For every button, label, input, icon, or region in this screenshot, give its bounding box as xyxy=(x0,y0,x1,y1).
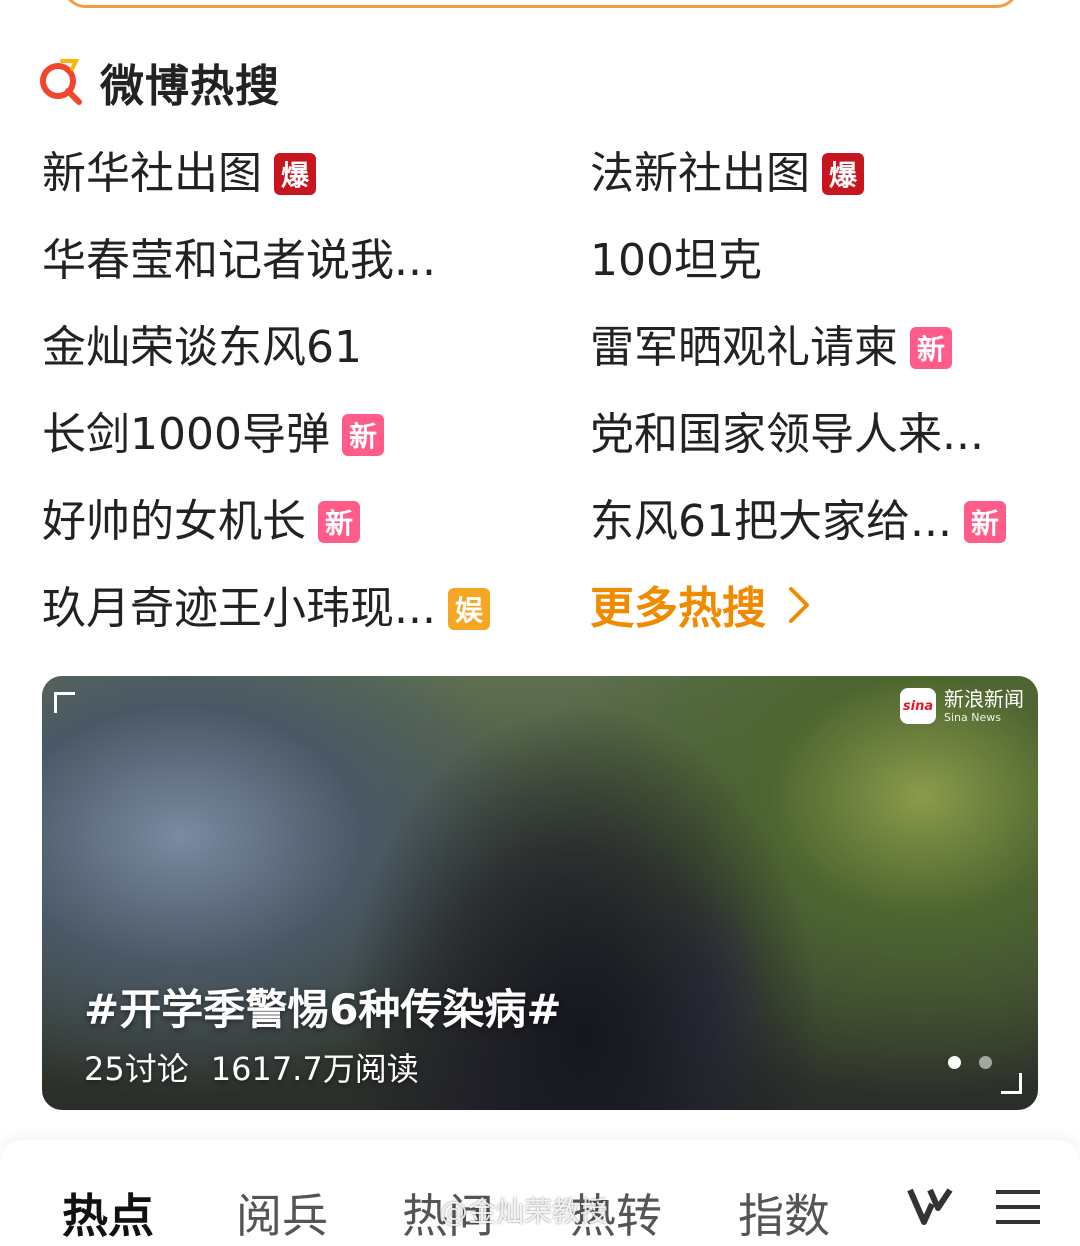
discussion-count: 25讨论 xyxy=(84,1050,189,1088)
hot-search-item[interactable]: 法新社出图爆 xyxy=(590,144,864,204)
hot-search-text: 玖月奇迹王小玮现... xyxy=(42,583,436,634)
hot-badge: 新 xyxy=(963,501,1006,543)
tab-4[interactable]: 指数 xyxy=(738,1180,830,1246)
hot-search-text: 长剑1000导弹 xyxy=(42,409,330,460)
sina-source-cn: 新浪新闻 xyxy=(944,687,1024,711)
tab-0[interactable]: 热点 xyxy=(62,1180,154,1246)
search-bar-edge[interactable] xyxy=(62,0,1020,8)
menu-icon[interactable] xyxy=(996,1188,1040,1230)
hot-search-text: 东风61把大家给... xyxy=(590,496,952,547)
hot-search-item[interactable]: 东风61把大家给... 新 xyxy=(590,492,1006,552)
hot-search-item[interactable]: 金灿荣谈东风61 xyxy=(42,318,362,378)
frame-corner-icon xyxy=(54,692,75,713)
carousel-dots[interactable] xyxy=(948,1056,1010,1069)
hot-search-text: 100坦克 xyxy=(590,235,762,286)
hot-search-text: 华春莹和记者说我... xyxy=(42,235,436,286)
hot-search-item[interactable]: 新华社出图爆 xyxy=(42,144,316,204)
banner-title[interactable]: #开学季警惕6种传染病# xyxy=(84,976,562,1037)
tab-1[interactable]: 阅兵 xyxy=(236,1180,328,1246)
hot-badge: 新 xyxy=(341,414,384,456)
sina-source-en: Sina News xyxy=(944,711,1001,724)
hot-search-item[interactable]: 玖月奇迹王小玮现... 娱 xyxy=(42,579,490,639)
frame-corner-icon xyxy=(1001,1073,1022,1094)
hot-search-item[interactable]: 雷军晒观礼请柬新 xyxy=(590,318,952,378)
hot-search-item[interactable]: 长剑1000导弹新 xyxy=(42,405,384,465)
featured-topic-banner[interactable]: sina 新浪新闻 Sina News #开学季警惕6种传染病# 25讨论 161… xyxy=(42,676,1038,1110)
hot-badge: 新 xyxy=(318,501,360,543)
hot-search-text: 雷军晒观礼请柬 xyxy=(590,322,898,373)
hot-search-text: 法新社出图 xyxy=(590,148,810,199)
hot-search-item[interactable]: 100坦克 xyxy=(590,231,762,291)
banner-stats: 25讨论 1617.7万阅读 xyxy=(84,1044,441,1090)
hot-search-item[interactable]: 党和国家领导人来... xyxy=(590,405,984,465)
sina-logo-icon: sina xyxy=(900,688,936,724)
hot-search-text: 新华社出图 xyxy=(42,148,262,199)
hot-badge: 娱 xyxy=(447,588,490,630)
v-logo-icon[interactable] xyxy=(906,1182,954,1234)
hot-search-text: 好帅的女机长 xyxy=(42,496,306,547)
sina-news-badge: sina 新浪新闻 Sina News xyxy=(900,688,1024,724)
weibo-hot-search-icon xyxy=(36,57,86,107)
hot-badge: 爆 xyxy=(822,153,864,195)
more-hot-search-link[interactable]: 更多热搜 xyxy=(590,579,810,639)
weibo-hot-search-header: 微博热搜 xyxy=(36,57,280,112)
chevron-right-icon xyxy=(788,584,810,635)
hot-search-text: 金灿荣谈东风61 xyxy=(42,322,362,373)
hot-badge: 爆 xyxy=(274,153,316,195)
hot-search-text: 党和国家领导人来... xyxy=(590,409,984,460)
carousel-dot[interactable] xyxy=(948,1056,961,1069)
hot-search-item[interactable]: 华春莹和记者说我... xyxy=(42,231,436,291)
read-count: 1617.7万阅读 xyxy=(210,1050,419,1088)
hot-badge: 新 xyxy=(910,327,952,369)
page-title: 微博热搜 xyxy=(100,61,280,112)
watermark: @金灿荣教授 xyxy=(440,1195,609,1228)
carousel-dot[interactable] xyxy=(979,1056,992,1069)
hot-search-item[interactable]: 好帅的女机长新 xyxy=(42,492,360,552)
more-label: 更多热搜 xyxy=(590,583,766,634)
